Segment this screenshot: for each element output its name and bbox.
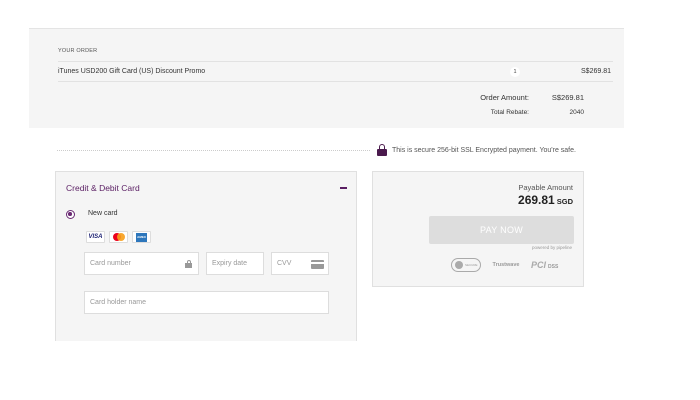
secure-notice: This is secure 256-bit SSL Encrypted pay… bbox=[377, 143, 576, 157]
payable-currency: SGD bbox=[556, 197, 573, 206]
pci-dss-badge-icon: PCI DSS bbox=[531, 260, 559, 270]
field-lock-icon bbox=[185, 260, 192, 268]
expiry-placeholder: Expiry date bbox=[212, 260, 248, 267]
amex-icon: AMEX bbox=[132, 231, 151, 243]
secure-badge-icon: SECURE bbox=[451, 258, 481, 272]
card-section-title[interactable]: Credit & Debit Card bbox=[66, 183, 140, 193]
rebate-row: Total Rebate: 2040 bbox=[384, 109, 584, 121]
rebate-label: Total Rebate: bbox=[490, 109, 529, 116]
payable-amount-value: 269.81 bbox=[518, 193, 555, 207]
card-back-icon bbox=[311, 260, 324, 269]
divider bbox=[57, 150, 370, 151]
payable-amount: 269.81 SGD bbox=[518, 193, 573, 207]
order-line-item: iTunes USD200 Gift Card (US) Discount Pr… bbox=[58, 61, 613, 82]
order-amount-value: S$269.81 bbox=[551, 93, 584, 102]
new-card-label[interactable]: New card bbox=[88, 210, 118, 217]
lock-icon bbox=[377, 144, 387, 156]
cvv-placeholder: CVV bbox=[277, 260, 292, 267]
trustwave-badge-icon: Trustwave bbox=[492, 262, 520, 268]
payment-summary-panel: Payable Amount 269.81 SGD PAY NOW powered… bbox=[372, 171, 584, 287]
order-item-qty: 1 bbox=[510, 67, 520, 77]
security-badges: SECURE Trustwave PCI DSS bbox=[451, 258, 567, 272]
card-holder-placeholder: Card holder name bbox=[90, 299, 147, 306]
rebate-value: 2040 bbox=[569, 109, 584, 116]
card-brands: VISA AMEX bbox=[86, 231, 151, 243]
order-item-price: S$269.81 bbox=[581, 68, 611, 75]
card-number-field[interactable]: Card number bbox=[84, 252, 199, 275]
collapse-icon[interactable] bbox=[340, 187, 347, 189]
mastercard-icon bbox=[109, 231, 128, 243]
order-amount-label: Order Amount: bbox=[480, 93, 529, 102]
card-number-placeholder: Card number bbox=[90, 260, 131, 267]
card-payment-panel: Credit & Debit Card New card VISA AMEX C… bbox=[55, 171, 357, 341]
visa-icon: VISA bbox=[86, 231, 105, 243]
new-card-radio[interactable] bbox=[66, 210, 75, 219]
secure-text: This is secure 256-bit SSL Encrypted pay… bbox=[392, 146, 576, 154]
order-amount-row: Order Amount: S$269.81 bbox=[384, 93, 584, 105]
card-holder-field[interactable]: Card holder name bbox=[84, 291, 329, 314]
cvv-field[interactable]: CVV bbox=[271, 252, 329, 275]
expiry-date-field[interactable]: Expiry date bbox=[206, 252, 264, 275]
order-item-name: iTunes USD200 Gift Card (US) Discount Pr… bbox=[58, 68, 206, 75]
powered-by-text: powered by pipeline bbox=[531, 245, 572, 250]
order-summary: YOUR ORDER iTunes USD200 Gift Card (US) … bbox=[29, 28, 624, 128]
checkout-page: YOUR ORDER iTunes USD200 Gift Card (US) … bbox=[0, 0, 700, 400]
payable-label: Payable Amount bbox=[518, 183, 573, 192]
order-heading: YOUR ORDER bbox=[58, 48, 98, 54]
pay-now-button[interactable]: PAY NOW bbox=[429, 216, 574, 244]
